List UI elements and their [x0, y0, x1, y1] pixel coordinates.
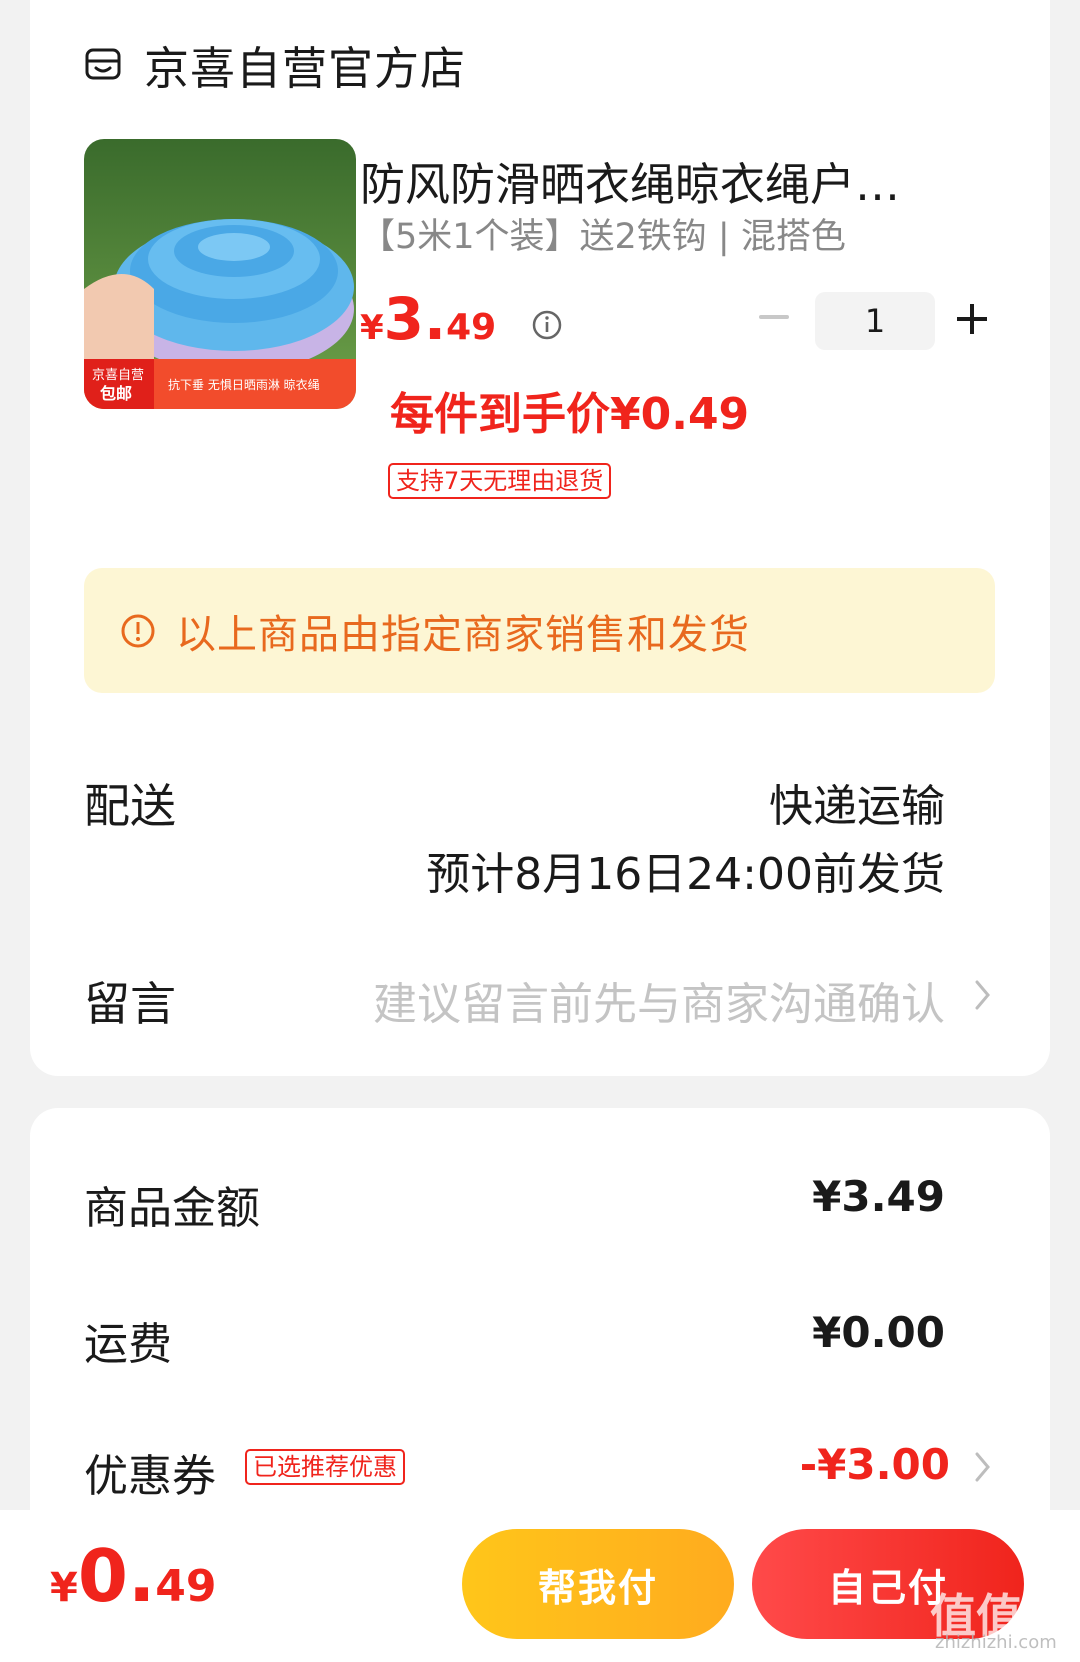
- store-name: 京喜自营官方店: [144, 41, 467, 95]
- coupon-value[interactable]: -¥3.00: [800, 1440, 950, 1489]
- freight-label: 运费: [84, 1319, 172, 1370]
- quantity-decrease-button[interactable]: [758, 302, 790, 332]
- total-dec: 49: [155, 1561, 217, 1612]
- help-me-pay-button[interactable]: 帮我付: [462, 1529, 734, 1639]
- product-title[interactable]: 防风防滑晒衣绳晾衣绳户…: [360, 148, 960, 213]
- minus-icon: [759, 315, 789, 319]
- store-header[interactable]: 京喜自营官方店: [84, 36, 466, 95]
- goods-amount-label: 商品金额: [84, 1183, 260, 1234]
- price-dec: 49: [446, 307, 497, 348]
- product-price: ¥3. 49: [360, 290, 496, 348]
- notice-text: 以上商品由指定商家销售和发货: [176, 611, 750, 658]
- info-icon: [121, 614, 155, 647]
- message-input[interactable]: 建议留言前先与商家沟通确认: [373, 968, 945, 1032]
- coupon-selected-badge: 已选推荐优惠: [245, 1449, 405, 1485]
- shipping-label: 配送: [84, 779, 176, 833]
- quantity-increase-button[interactable]: [955, 302, 989, 336]
- store-icon: [85, 48, 121, 80]
- image-badge-top: 京喜自营: [92, 368, 144, 383]
- seller-notice: 以上商品由指定商家销售和发货: [84, 568, 995, 693]
- product-image[interactable]: 京喜自营 包邮 抗下垂 无惧日晒雨淋 晾衣绳: [84, 139, 356, 409]
- coupon-label[interactable]: 优惠券: [84, 1440, 216, 1504]
- price-symbol: ¥: [360, 308, 384, 348]
- total-symbol: ¥: [50, 1565, 78, 1611]
- return-policy-badge: 支持7天无理由退货: [388, 463, 612, 499]
- price-int: 3.: [383, 285, 447, 353]
- info-icon[interactable]: [531, 309, 563, 341]
- image-badge-bottom: 包邮: [100, 384, 132, 403]
- shipping-method: 快递运输: [769, 781, 945, 832]
- product-spec[interactable]: 【5米1个装】送2铁钩 | 混搭色: [360, 208, 846, 259]
- image-caption: 抗下垂 无惧日晒雨淋 晾衣绳: [168, 377, 320, 392]
- goods-amount-value: ¥3.49: [812, 1172, 945, 1221]
- quantity-input[interactable]: 1: [815, 292, 935, 350]
- chevron-right-icon[interactable]: [972, 978, 994, 1012]
- total-int: 0.: [77, 1534, 156, 1618]
- watermark-url: zhizhizhi.com: [935, 1632, 1057, 1653]
- per-item-price: 每件到手价¥0.49: [390, 389, 750, 440]
- message-label: 留言: [84, 977, 176, 1031]
- total-price: ¥0. 49: [50, 1540, 217, 1612]
- chevron-right-icon[interactable]: [972, 1450, 994, 1484]
- shipping-eta: 预计8月16日24:00前发货: [426, 849, 945, 900]
- freight-value: ¥0.00: [812, 1308, 945, 1357]
